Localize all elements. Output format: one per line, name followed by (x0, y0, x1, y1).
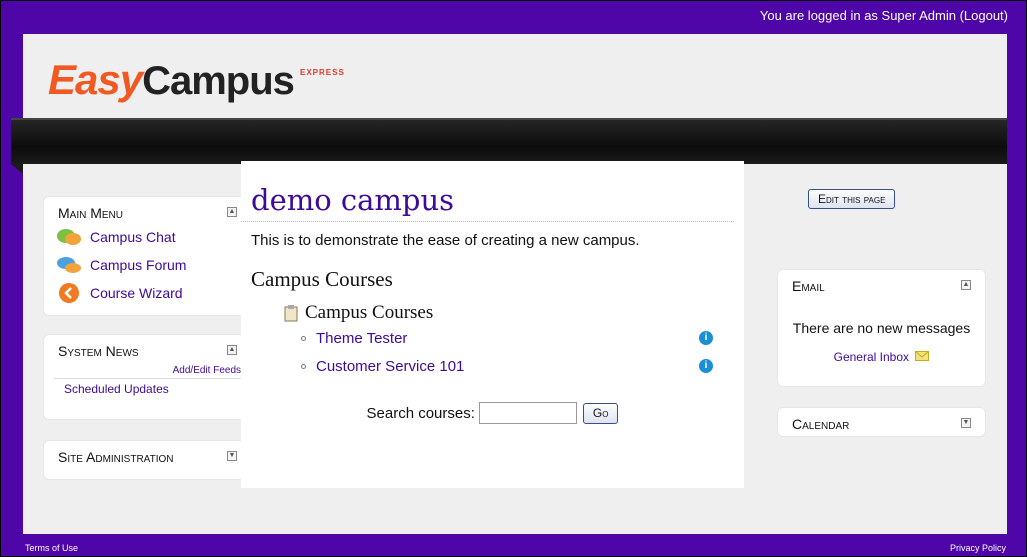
system-news-title: System News (58, 343, 139, 359)
privacy-policy-link[interactable]: Privacy Policy (950, 543, 1006, 553)
login-status[interactable]: You are logged in as Super Admin (Logout… (1, 1, 1027, 34)
navigation-band (11, 118, 1007, 174)
info-icon[interactable]: i (699, 331, 713, 345)
window-frame: You are logged in as Super Admin (Logout… (0, 0, 1027, 557)
site-administration-block: Site Administration ▼ (43, 440, 252, 480)
site-admin-title: Site Administration (58, 449, 174, 465)
search-label: Search courses: (366, 404, 475, 422)
main-menu-header: Main Menu ▲ (44, 197, 251, 223)
expand-icon[interactable]: ▼ (227, 451, 237, 461)
expand-icon[interactable]: ▼ (961, 418, 971, 428)
go-button[interactable]: Go (582, 402, 619, 424)
collapse-icon[interactable]: ▲ (227, 207, 237, 217)
main-menu-block: Main Menu ▲ Campus Chat Campus Forum Cou… (43, 196, 252, 316)
logo-express: EXPRESS (300, 68, 345, 77)
footer: Terms of Use Privacy Policy (1, 538, 1027, 557)
calendar-title: Calendar (792, 416, 850, 432)
course-item-customer-service[interactable]: Customer Service 101 i (241, 352, 744, 380)
logo-easy: Easy (48, 56, 143, 103)
main-menu-title: Main Menu (58, 205, 123, 221)
no-messages-text: There are no new messages (792, 320, 971, 336)
collapse-icon[interactable]: ▲ (961, 280, 971, 290)
menu-item-campus-chat[interactable]: Campus Chat (44, 223, 251, 251)
category-label: Campus Courses (305, 302, 434, 323)
course-link[interactable]: Customer Service 101 (316, 358, 464, 375)
forum-icon (56, 254, 82, 276)
wizard-icon (56, 282, 82, 304)
calendar-header[interactable]: Calendar ▼ (778, 408, 985, 434)
course-search: Search courses: Go (241, 402, 744, 424)
system-news-block: System News ▲ Add/Edit Feeds Scheduled U… (43, 334, 252, 420)
campus-description: This is to demonstrate the ease of creat… (251, 232, 640, 249)
search-courses-input[interactable] (478, 402, 577, 424)
inbox-link-label: General Inbox (833, 350, 910, 364)
chat-icon (56, 226, 82, 248)
calendar-block: Calendar ▼ (777, 407, 986, 437)
info-icon[interactable]: i (699, 359, 713, 373)
menu-item-label: Course Wizard (90, 285, 183, 301)
main-content: demo campus This is to demonstrate the e… (241, 161, 744, 488)
menu-item-campus-forum[interactable]: Campus Forum (44, 251, 251, 279)
email-header: Email ▲ (778, 270, 985, 296)
envelope-icon (915, 351, 930, 361)
logo-campus: Campus (142, 59, 295, 103)
course-item-theme-tester[interactable]: Theme Tester i (241, 324, 744, 352)
general-inbox-link[interactable]: General Inbox (778, 350, 985, 364)
system-news-header: System News ▲ (44, 335, 251, 361)
section-title: Campus Courses (251, 267, 393, 291)
email-title: Email (792, 278, 825, 294)
terms-of-use-link[interactable]: Terms of Use (25, 543, 78, 553)
collapse-icon[interactable]: ▲ (227, 345, 237, 355)
add-edit-feeds-link[interactable]: Add/Edit Feeds (44, 365, 251, 376)
clipboard-icon (284, 305, 298, 322)
menu-item-label: Campus Chat (90, 229, 176, 245)
bullet-icon (301, 363, 306, 369)
page-title: demo campus (241, 161, 734, 222)
menu-item-course-wizard[interactable]: Course Wizard (44, 279, 251, 307)
category-heading[interactable]: Campus Courses (241, 292, 744, 324)
site-admin-header[interactable]: Site Administration ▼ (44, 441, 251, 467)
course-link[interactable]: Theme Tester (316, 330, 407, 347)
news-item-scheduled-updates[interactable]: Scheduled Updates (54, 378, 241, 396)
menu-item-label: Campus Forum (90, 257, 187, 273)
site-logo[interactable]: EasyCampus EXPRESS (48, 56, 344, 106)
edit-page-button[interactable]: Edit this page (808, 189, 896, 209)
email-block: Email ▲ There are no new messages Genera… (777, 269, 986, 387)
bullet-icon (301, 335, 306, 341)
